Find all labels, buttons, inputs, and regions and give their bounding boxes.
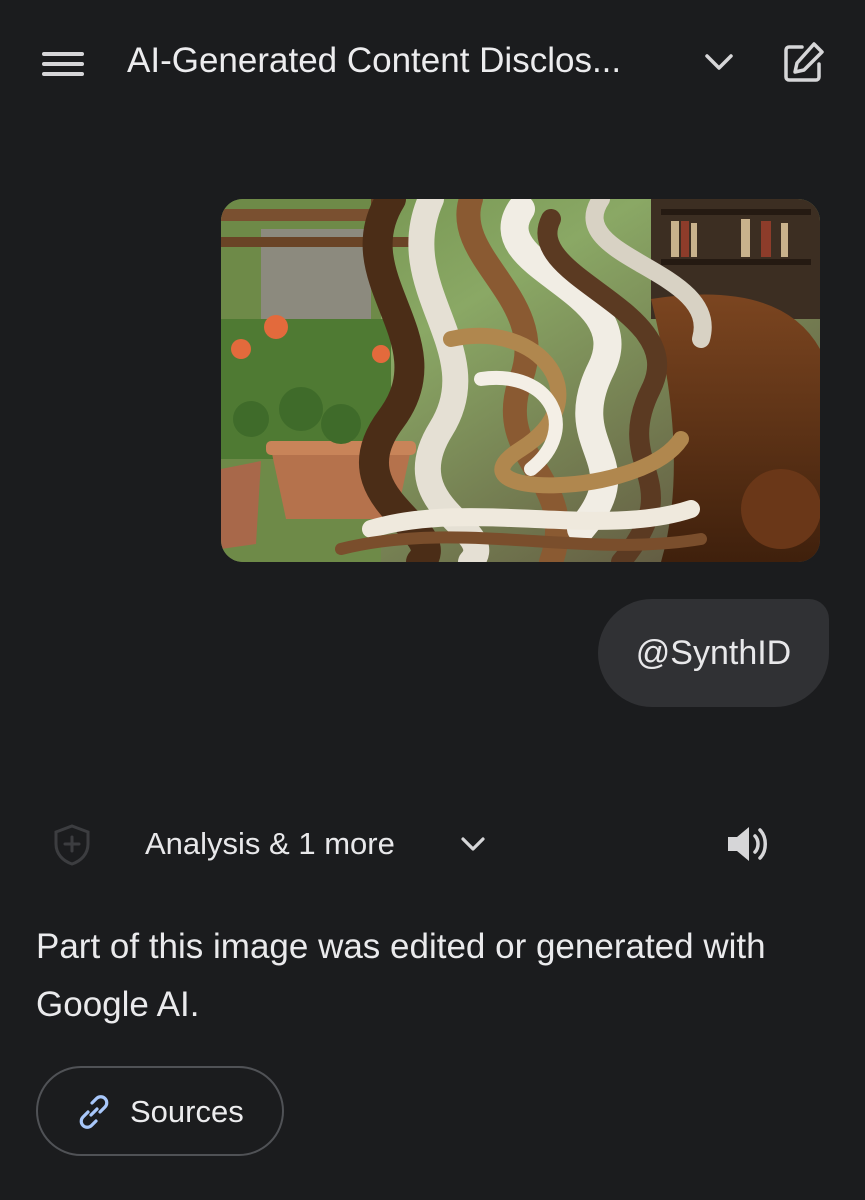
speaker-icon[interactable] xyxy=(722,820,772,868)
sources-label: Sources xyxy=(130,1094,244,1129)
link-icon xyxy=(74,1092,114,1132)
conversation-title[interactable]: AI-Generated Content Disclos... xyxy=(127,36,687,86)
uploaded-image[interactable] xyxy=(221,199,820,562)
hamburger-menu-icon[interactable] xyxy=(38,44,88,84)
edit-icon[interactable] xyxy=(778,38,828,88)
chevron-down-icon[interactable] xyxy=(456,828,490,860)
user-message-text: @SynthID xyxy=(635,633,792,672)
user-message-bubble: @SynthID xyxy=(598,599,829,707)
chevron-down-icon[interactable] xyxy=(700,46,738,78)
top-app-bar: AI-Generated Content Disclos... xyxy=(0,0,865,124)
shield-icon xyxy=(52,823,92,867)
tools-summary-label[interactable]: Analysis & 1 more xyxy=(145,822,395,866)
sources-button[interactable]: Sources xyxy=(36,1066,284,1156)
response-text: Part of this image was edited or generat… xyxy=(36,927,766,1024)
